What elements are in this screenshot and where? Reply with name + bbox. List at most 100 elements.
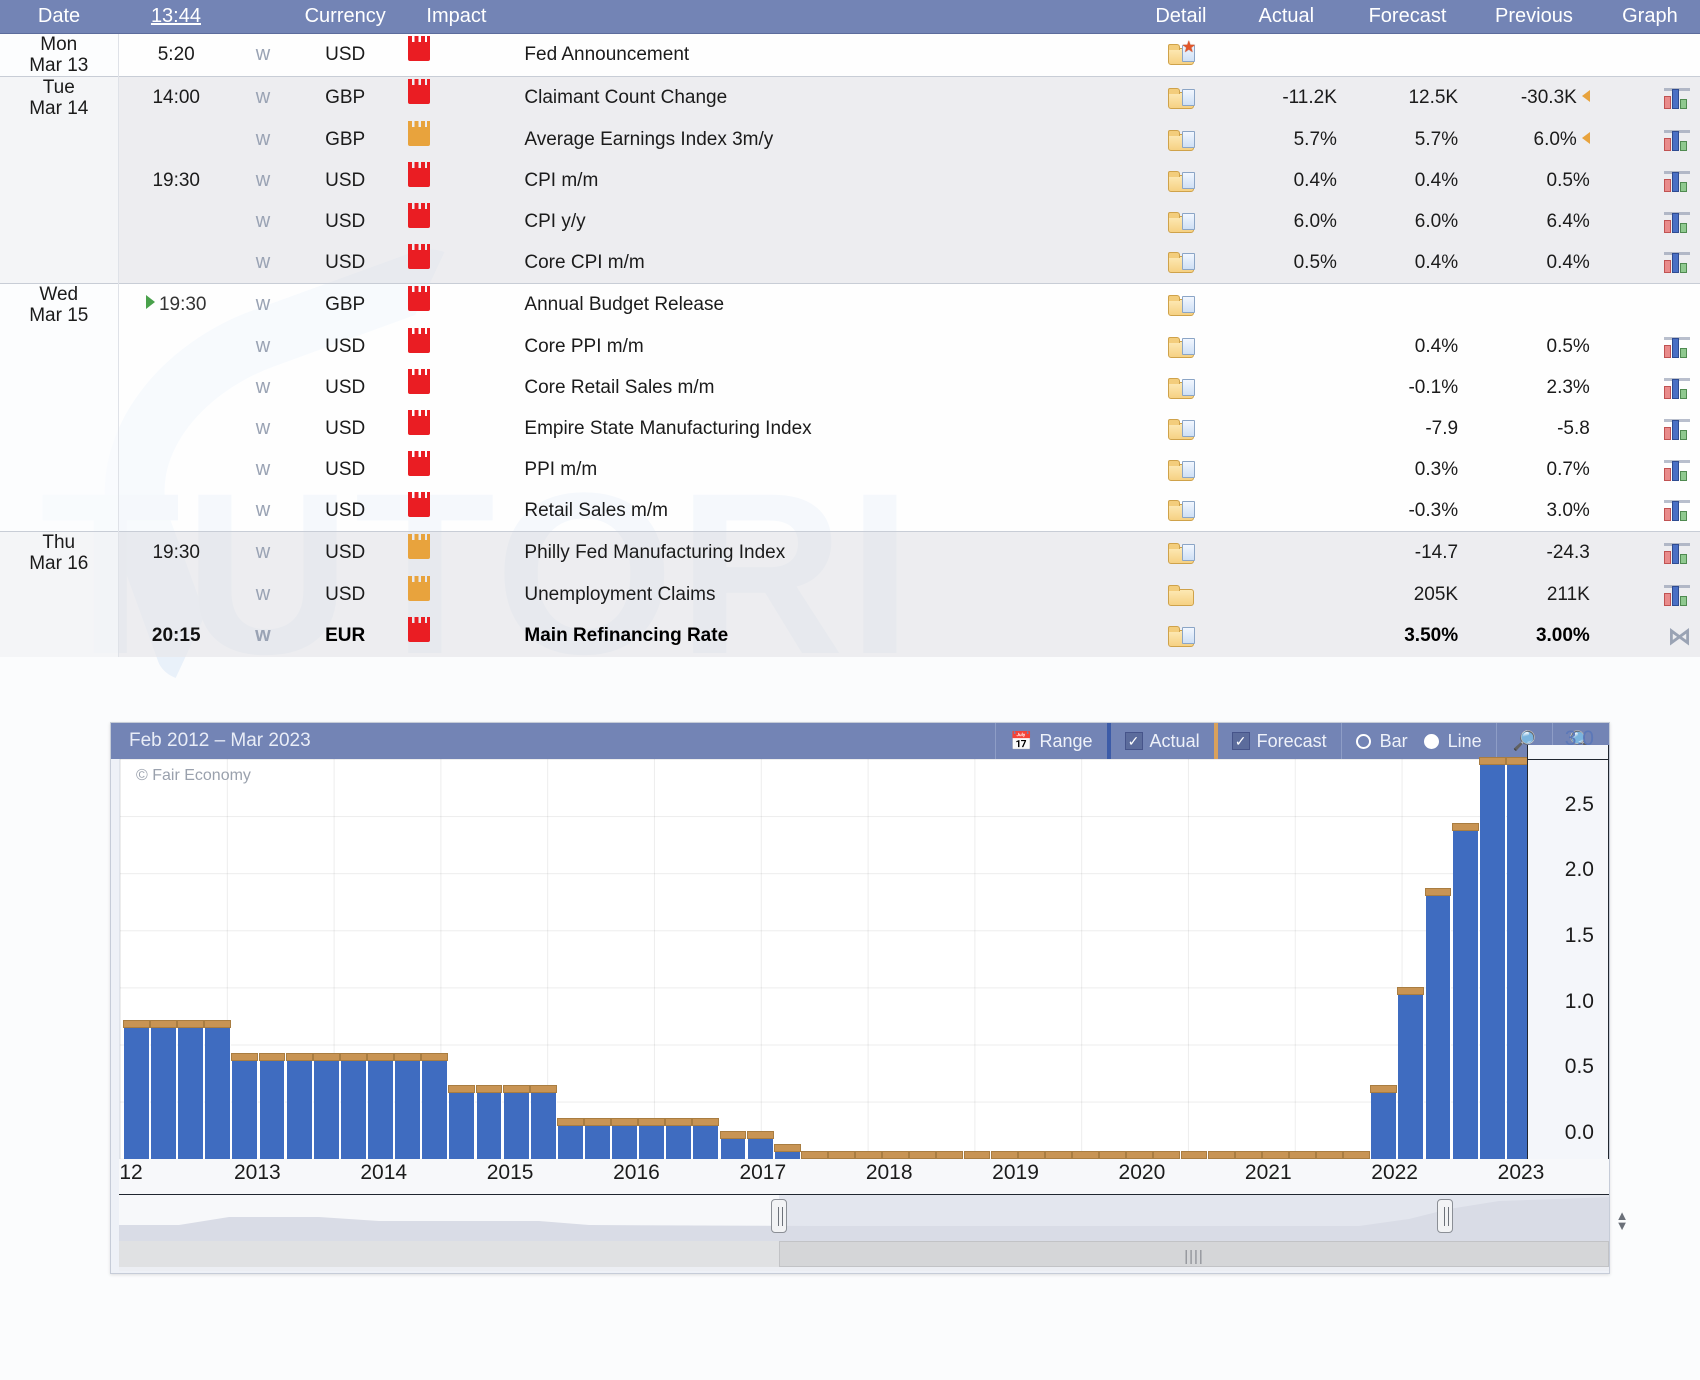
cell-event-title[interactable]: CPI m/m [514,161,1136,202]
cell-impact[interactable] [398,491,514,532]
cell-speaker[interactable]: w [234,77,292,120]
cell-impact[interactable] [398,77,514,120]
bar-graph-icon[interactable] [1664,500,1690,521]
speaker-icon[interactable]: w [256,500,270,520]
cell-graph[interactable] [1600,243,1700,284]
speaker-icon[interactable]: w [256,336,270,356]
chart-bar[interactable] [558,1122,584,1159]
actual-toggle[interactable]: ✓ Actual [1107,723,1214,759]
folder-document-icon[interactable] [1168,419,1194,440]
chart-bar[interactable] [721,1135,747,1159]
cell-impact[interactable] [398,368,514,409]
column-header-graph[interactable]: Graph [1600,0,1700,33]
radio-bar-icon[interactable] [1356,734,1371,749]
cell-graph[interactable] [1600,532,1700,575]
cell-detail[interactable] [1136,243,1226,284]
cell-graph[interactable] [1600,33,1700,77]
table-row[interactable]: wUSDUnemployment Claims205K211K [0,575,1700,616]
chart-bar[interactable] [639,1122,665,1159]
chart-bar[interactable] [232,1057,258,1160]
impact-flag-high-icon[interactable] [408,454,430,480]
cell-graph[interactable] [1600,409,1700,450]
folder-document-icon[interactable] [1168,88,1194,109]
cell-impact[interactable] [398,575,514,616]
folder-star-icon[interactable]: ★ [1168,44,1194,65]
navigator-handle-left[interactable] [771,1199,787,1233]
cell-event-title[interactable]: Core Retail Sales m/m [514,368,1136,409]
column-header-detail[interactable]: Detail [1136,0,1226,33]
cell-impact[interactable] [398,450,514,491]
table-row[interactable]: wUSDCore PPI m/m0.4%0.5% [0,327,1700,368]
cell-event-title[interactable]: CPI y/y [514,202,1136,243]
folder-document-icon[interactable] [1168,543,1194,564]
table-row[interactable]: wUSDCore Retail Sales m/m-0.1%2.3% [0,368,1700,409]
column-header-actual[interactable]: Actual [1226,0,1347,33]
chart-bar[interactable] [395,1057,421,1160]
speaker-icon[interactable]: w [256,377,270,397]
cell-speaker[interactable]: w [234,120,292,161]
stepper-down-icon[interactable]: ▼ [1613,1221,1631,1231]
impact-flag-high-icon[interactable] [408,331,430,357]
cell-speaker[interactable]: w [234,575,292,616]
navigator-stepper[interactable]: ▲ ▼ [1613,1211,1631,1231]
column-header-previous[interactable]: Previous [1468,0,1600,33]
chart-bar[interactable] [1371,1089,1397,1159]
range-button[interactable]: 📅 Range [995,723,1106,759]
cell-impact[interactable] [398,616,514,657]
navigator-overview[interactable] [119,1195,1609,1241]
cell-speaker[interactable]: w [234,327,292,368]
speaker-icon[interactable]: w [256,252,270,272]
bar-graph-icon[interactable] [1664,585,1690,606]
chart-bar[interactable] [748,1135,774,1159]
navigator-handle-right[interactable] [1437,1199,1453,1233]
cell-detail[interactable] [1136,368,1226,409]
cell-impact[interactable] [398,161,514,202]
current-time-label[interactable]: 13:44 [151,5,201,27]
cell-graph[interactable] [1600,202,1700,243]
chart-bar[interactable] [1398,991,1424,1159]
table-row[interactable]: TueMar 1414:00wGBPClaimant Count Change-… [0,77,1700,120]
cell-detail[interactable] [1136,616,1226,657]
cell-graph[interactable]: ⋈ [1600,616,1700,657]
bar-label[interactable]: Bar [1380,731,1408,752]
cell-detail[interactable] [1136,202,1226,243]
column-header-currency[interactable]: Currency [292,0,399,33]
table-row[interactable]: wUSDCPI y/y6.0%6.0%6.4% [0,202,1700,243]
chart-bar[interactable] [368,1057,394,1160]
cell-event-title[interactable]: Core CPI m/m [514,243,1136,284]
chart-bar[interactable] [585,1122,611,1159]
cell-speaker[interactable]: w [234,202,292,243]
cell-speaker[interactable]: w [234,243,292,284]
folder-document-icon[interactable] [1168,252,1194,273]
column-header-time[interactable]: 13:44 [118,0,234,33]
table-row[interactable]: wUSDRetail Sales m/m-0.3%3.0% [0,491,1700,532]
cell-event-title[interactable]: Claimant Count Change [514,77,1136,120]
table-row[interactable]: wUSDCore CPI m/m0.5%0.4%0.4% [0,243,1700,284]
chart-bar[interactable] [666,1122,692,1159]
chart-scrollbar[interactable]: |||| [119,1241,1609,1267]
cell-impact[interactable] [398,202,514,243]
table-row[interactable]: WedMar 1519:30wGBPAnnual Budget Release [0,284,1700,327]
chart-bar[interactable] [1480,761,1506,1159]
bar-graph-icon[interactable] [1664,378,1690,399]
cell-speaker[interactable]: w [234,33,292,77]
cell-detail[interactable] [1136,409,1226,450]
cell-event-title[interactable]: Fed Announcement [514,33,1136,77]
chart-type-group[interactable]: Bar Line [1341,723,1496,759]
folder-icon[interactable] [1168,585,1194,606]
impact-flag-high-icon[interactable] [408,165,430,191]
bar-graph-icon[interactable] [1664,337,1690,358]
chart-bar[interactable] [205,1024,231,1159]
cell-event-title[interactable]: Average Earnings Index 3m/y [514,120,1136,161]
cell-event-title[interactable]: Retail Sales m/m [514,491,1136,532]
table-row[interactable]: wUSDEmpire State Manufacturing Index-7.9… [0,409,1700,450]
chart-bar[interactable] [341,1057,367,1160]
table-row[interactable]: wUSDPPI m/m0.3%0.7% [0,450,1700,491]
column-header-impact[interactable]: Impact [398,0,514,33]
table-row[interactable]: 19:30wUSDCPI m/m0.4%0.4%0.5% [0,161,1700,202]
cell-impact[interactable] [398,284,514,327]
forecast-toggle[interactable]: ✓ Forecast [1214,723,1341,759]
cell-impact[interactable] [398,243,514,284]
folder-document-icon[interactable] [1168,626,1194,647]
speaker-icon[interactable]: w [256,44,270,64]
